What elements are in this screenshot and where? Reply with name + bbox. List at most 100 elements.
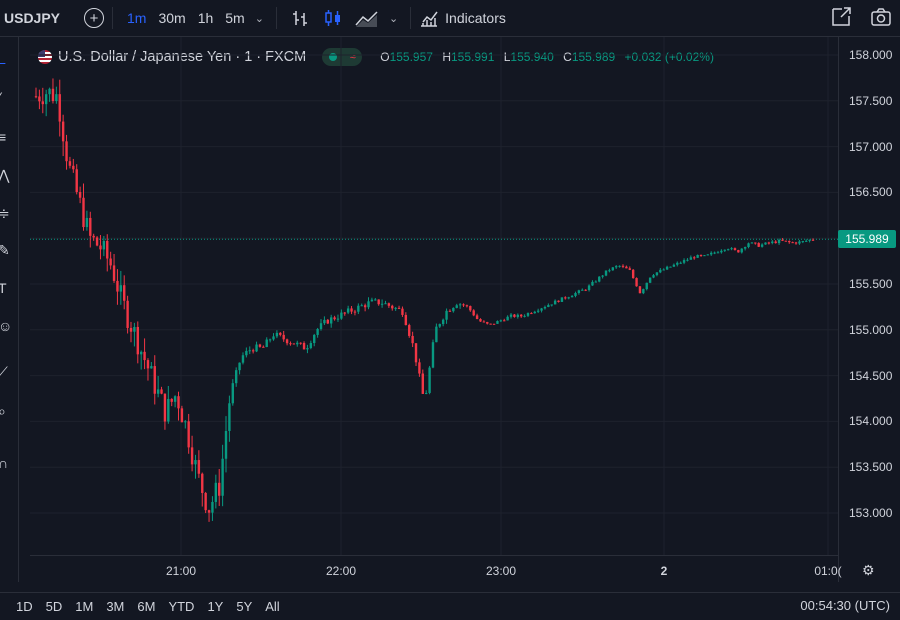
- indicators-icon: [421, 11, 438, 27]
- candle-body: [65, 141, 68, 162]
- bar-chart-type-icon[interactable]: [291, 8, 311, 28]
- candle-body: [472, 310, 475, 316]
- candle-body: [58, 94, 61, 122]
- candle-body: [44, 94, 48, 105]
- interval-1m[interactable]: 1m: [121, 10, 152, 26]
- candle-body: [262, 346, 265, 348]
- candle-body: [228, 403, 231, 431]
- candle-body: [710, 252, 713, 255]
- range-button-6m[interactable]: 6M: [137, 599, 155, 614]
- candle-body: [173, 396, 177, 402]
- candle-body: [411, 335, 414, 344]
- candle-body: [577, 290, 581, 293]
- candle-body: [482, 321, 486, 323]
- area-chart-type-icon[interactable]: [355, 8, 379, 28]
- top-toolbar: USDJPY + 1m 30m 1h 5m ⌄ ⌄ Indicators: [0, 0, 900, 37]
- camera-icon[interactable]: [870, 6, 892, 28]
- chevron-down-icon[interactable]: ⌄: [385, 12, 402, 25]
- range-button-1y[interactable]: 1Y: [207, 599, 223, 614]
- candle-body: [129, 327, 133, 332]
- fullscreen-icon[interactable]: [830, 6, 852, 28]
- candle-body: [245, 350, 248, 356]
- symbol-button[interactable]: USDJPY: [4, 10, 64, 26]
- candle-body: [116, 280, 119, 292]
- price-chart[interactable]: [30, 37, 838, 582]
- candle-body: [326, 319, 329, 324]
- candle-body: [550, 304, 553, 306]
- magnet-icon[interactable]: ∩: [0, 455, 14, 471]
- candle-body: [299, 342, 302, 344]
- candle-body: [774, 241, 777, 244]
- candle-body: [258, 344, 262, 347]
- candle-body: [428, 367, 431, 393]
- candle-body: [119, 285, 123, 292]
- candle-body: [669, 266, 672, 268]
- candle-body: [764, 242, 767, 245]
- settings-gear-icon[interactable]: ⚙: [862, 562, 875, 579]
- indicators-button[interactable]: Indicators: [419, 8, 506, 28]
- price-tick-label: 156.500: [849, 185, 893, 200]
- candle-body: [716, 252, 720, 254]
- interval-1h[interactable]: 1h: [192, 10, 220, 26]
- candle-body: [194, 460, 197, 465]
- candle-body: [581, 289, 584, 291]
- candle-body: [757, 243, 760, 247]
- candle-body: [316, 328, 319, 335]
- price-tick-label: 155.000: [849, 322, 893, 337]
- candle-body: [598, 276, 601, 282]
- candle-body: [560, 297, 564, 302]
- candle-body: [82, 197, 85, 228]
- range-button-3m[interactable]: 3M: [106, 599, 124, 614]
- price-axis[interactable]: 158.000157.500157.000156.500156.000155.5…: [838, 37, 900, 582]
- candle-body: [540, 308, 543, 311]
- range-button-5y[interactable]: 5Y: [236, 599, 252, 614]
- candle-body: [350, 308, 353, 312]
- zoom-icon[interactable]: ⌕: [0, 403, 14, 419]
- fib-icon[interactable]: ≡: [0, 129, 14, 145]
- candle-body: [431, 342, 435, 368]
- candle-body: [272, 336, 275, 340]
- candle-body: [625, 266, 628, 269]
- text-icon[interactable]: T: [0, 280, 14, 296]
- candle-body: [492, 323, 496, 325]
- candles-chart-type-icon[interactable]: [323, 8, 343, 28]
- chevron-down-icon[interactable]: ⌄: [251, 12, 268, 25]
- range-button-1m[interactable]: 1M: [75, 599, 93, 614]
- pattern-icon[interactable]: ⋀: [0, 167, 14, 183]
- range-button-1d[interactable]: 1D: [16, 599, 33, 614]
- candle-body: [642, 289, 645, 294]
- candle-body: [75, 169, 78, 193]
- ruler-icon[interactable]: ⟋: [0, 364, 14, 380]
- time-axis[interactable]: 21:00 22:00 23:00 2 01:0(: [30, 555, 842, 584]
- prediction-icon[interactable]: ≑: [0, 205, 14, 221]
- candle-body: [167, 398, 170, 422]
- candle-body: [248, 350, 251, 352]
- candle-body: [557, 300, 560, 302]
- trendline-icon[interactable]: ⁄: [0, 89, 14, 105]
- range-button-ytd[interactable]: YTD: [168, 599, 194, 614]
- utc-clock[interactable]: 00:54:30 (UTC): [800, 598, 890, 613]
- range-button-5d[interactable]: 5D: [46, 599, 63, 614]
- candle-body: [455, 305, 458, 308]
- interval-5m[interactable]: 5m: [219, 10, 250, 26]
- brush-icon[interactable]: ✎: [0, 242, 14, 258]
- candle-body: [41, 101, 44, 105]
- candle-body: [126, 300, 129, 328]
- candle-body: [421, 373, 425, 394]
- candle-body: [380, 303, 384, 305]
- range-button-all[interactable]: All: [265, 599, 279, 614]
- candle-body: [553, 300, 557, 305]
- candle-body: [170, 398, 173, 402]
- crosshair-icon[interactable]: ⌐: [0, 55, 14, 71]
- candle-body: [377, 299, 380, 305]
- candle-body: [397, 307, 401, 309]
- candle-body: [737, 250, 740, 253]
- candle-body: [682, 260, 686, 263]
- candle-body: [574, 292, 577, 296]
- interval-30m[interactable]: 30m: [152, 10, 191, 26]
- candle-body: [665, 266, 669, 270]
- emoji-icon[interactable]: ☺: [0, 318, 14, 334]
- candle-body: [292, 343, 296, 345]
- add-symbol-icon[interactable]: +: [84, 8, 104, 28]
- candle-body: [733, 248, 737, 251]
